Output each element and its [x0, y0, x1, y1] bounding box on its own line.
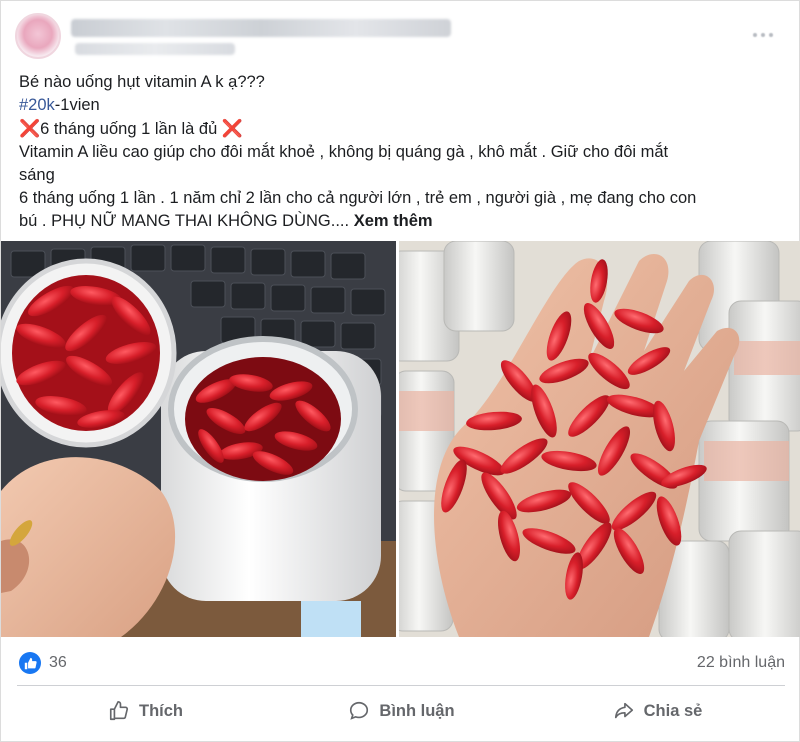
- divider: [17, 685, 785, 686]
- post-card: Bé nào uống hụt vitamin A k ạ??? #20k-1v…: [0, 0, 800, 742]
- see-more-link[interactable]: Xem thêm: [354, 212, 433, 230]
- comment-button[interactable]: Bình luận: [273, 691, 529, 731]
- post-line: ❌6 tháng uống 1 lần là đủ ❌: [19, 117, 789, 141]
- post-text: Bé nào uống hụt vitamin A k ạ??? #20k-1v…: [19, 71, 789, 233]
- photo-capsule-bottle[interactable]: [1, 241, 396, 637]
- post-meta-blurred: [75, 43, 235, 55]
- post-line-text: 6 tháng uống 1 lần là đủ: [40, 120, 222, 138]
- hashtag-link[interactable]: #20k: [19, 96, 55, 114]
- comment-bubble-icon: [347, 699, 371, 723]
- photo-capsules-in-hand[interactable]: [399, 241, 800, 637]
- comment-count[interactable]: 22 bình luận: [697, 654, 785, 672]
- post-header: [15, 13, 787, 65]
- like-button[interactable]: Thích: [17, 691, 273, 731]
- comment-button-label: Bình luận: [379, 701, 455, 720]
- post-line: 6 tháng uống 1 lần . 1 năm chỉ 2 lần cho…: [19, 189, 697, 207]
- cross-mark-icon: ❌: [19, 119, 41, 138]
- more-options-button[interactable]: [745, 27, 781, 43]
- avatar[interactable]: [15, 13, 61, 59]
- post-line: Vitamin A liều cao giúp cho đôi mắt khoẻ…: [19, 143, 669, 161]
- share-button[interactable]: Chia sẻ: [529, 691, 785, 731]
- dot-icon: [769, 33, 773, 37]
- reaction-bar: 36 22 bình luận: [19, 651, 785, 675]
- author-name-blurred[interactable]: [71, 19, 451, 37]
- post-line: sáng: [19, 166, 55, 184]
- post-line-text: bú . PHỤ NỮ MANG THAI KHÔNG DÙNG....: [19, 212, 350, 230]
- dot-icon: [761, 33, 765, 37]
- photo-grid: [1, 241, 800, 637]
- dot-icon: [753, 33, 757, 37]
- share-arrow-icon: [612, 699, 636, 723]
- like-button-label: Thích: [139, 701, 183, 720]
- like-count[interactable]: 36: [49, 654, 67, 672]
- post-line: bú . PHỤ NỮ MANG THAI KHÔNG DÙNG.... Xem…: [19, 210, 789, 233]
- cross-mark-icon: ❌: [221, 119, 243, 138]
- share-button-label: Chia sẻ: [643, 701, 703, 720]
- post-line: #20k-1vien: [19, 94, 789, 117]
- thumbs-up-icon[interactable]: [19, 652, 41, 674]
- post-line-text: -1vien: [54, 96, 100, 114]
- thumbs-up-outline-icon: [107, 699, 131, 723]
- post-line: Bé nào uống hụt vitamin A k ạ???: [19, 73, 265, 91]
- action-bar: Thích Bình luận Chia sẻ: [17, 691, 785, 731]
